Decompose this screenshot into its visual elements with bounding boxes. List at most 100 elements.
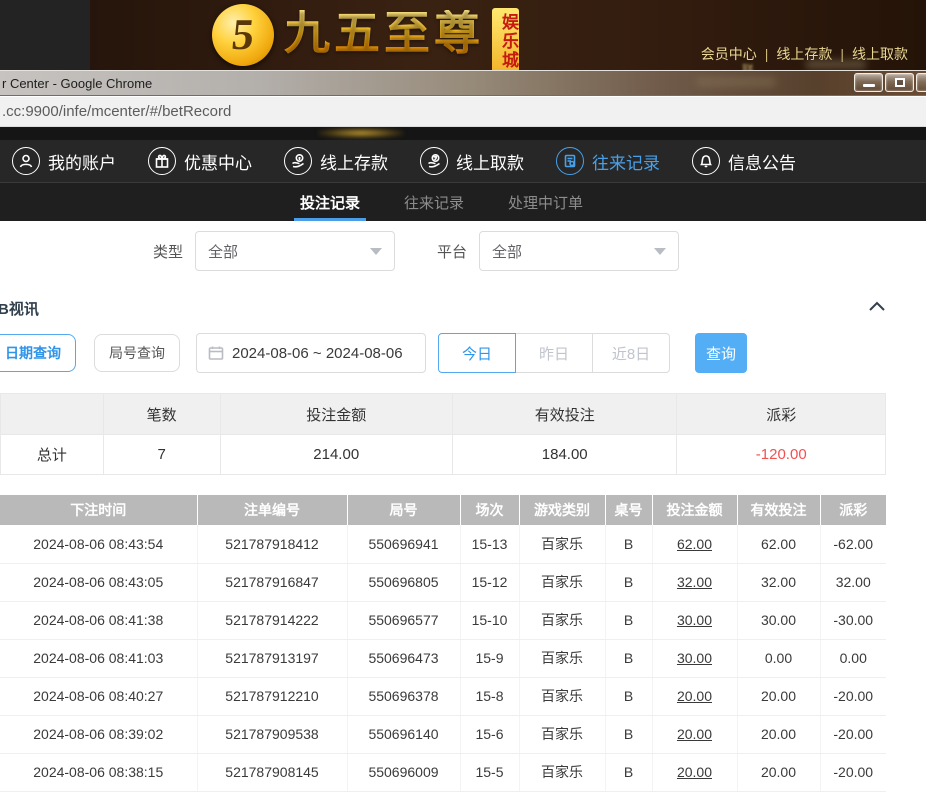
calendar-icon [208,345,224,361]
bell-icon [692,147,720,175]
cell-time: 2024-08-06 08:43:05 [0,563,197,601]
platform-filter-label: 平台 [437,241,467,262]
screen: 5 九五至尊 娱乐城 会员中心|线上存款|线上取款 联 r Center - G… [0,0,926,799]
minimize-button[interactable] [854,73,883,92]
table-row: 2024-08-06 08:43:54 521787918412 5506969… [0,525,886,563]
withdraw-hand-money-icon [420,147,448,175]
cell-game: 百家乐 [519,753,605,791]
col-game-type: 游戏类别 [519,495,605,525]
cell-game: 百家乐 [519,715,605,753]
nav-item-online-deposit[interactable]: 线上存款 [284,147,388,175]
col-order-id: 注单编号 [197,495,347,525]
cell-payout: -30.00 [820,601,886,639]
nav-label: 我的账户 [48,149,116,174]
cell-round: 550696805 [347,563,460,601]
window-controls [852,73,926,92]
col-table-no: 桌号 [605,495,652,525]
bet-amount-link[interactable]: 32.00 [652,563,737,601]
summary-count: 7 [104,435,221,474]
censored-blob [806,60,866,69]
tab-bet-records[interactable]: 投注记录 [300,183,360,221]
today-button[interactable]: 今日 [438,333,516,373]
type-select[interactable]: 全部 [195,231,395,271]
page-top-strip [0,127,926,140]
cell-valid: 32.00 [737,563,820,601]
table-header-row: 下注时间 注单编号 局号 场次 游戏类别 桌号 投注金额 有效投注 派彩 [0,495,886,525]
table-row: 2024-08-06 08:38:15 521787908145 5506960… [0,753,886,791]
cell-session: 15-10 [460,601,519,639]
cell-session: 15-13 [460,525,519,563]
platform-select-value: 全部 [492,241,522,262]
search-button[interactable]: 查询 [695,333,747,373]
table-row: 2024-08-06 08:39:02 521787909538 5506961… [0,715,886,753]
bet-amount-link[interactable]: 62.00 [652,525,737,563]
site-header: 5 九五至尊 娱乐城 会员中心|线上存款|线上取款 联 [0,0,926,70]
restore-icon [895,78,905,87]
chrome-titlebar[interactable]: r Center - Google Chrome [0,70,926,96]
summary-header-valid-bet: 有效投注 [453,394,677,434]
filter-row: 类型 全部 平台 全部 [153,231,926,271]
cell-time: 2024-08-06 08:41:03 [0,639,197,677]
cell-time: 2024-08-06 08:38:15 [0,753,197,791]
summary-header-empty [1,394,104,434]
round-query-button[interactable]: 局号查询 [94,334,180,372]
cell-round: 550696009 [347,753,460,791]
cell-valid: 30.00 [737,601,820,639]
last-8-days-button[interactable]: 近8日 [592,333,670,373]
deposit-hand-coin-icon [284,147,312,175]
nav-item-announcements[interactable]: 信息公告 [692,147,796,175]
bet-amount-link[interactable]: 20.00 [652,753,737,791]
summary-bet-amount: 214.00 [221,435,453,474]
date-range-value: 2024-08-06 ~ 2024-08-06 [232,345,403,362]
nav-item-promo-center[interactable]: 优惠中心 [148,147,252,175]
address-bar[interactable]: .cc:9900/infe/mcenter/#/betRecord [2,103,231,120]
cell-table-no: B [605,715,652,753]
cell-payout: 32.00 [820,563,886,601]
cell-valid: 0.00 [737,639,820,677]
cell-round: 550696140 [347,715,460,753]
cell-order: 521787912210 [197,677,347,715]
section-collapse-header[interactable]: B视讯 [0,295,926,321]
quick-date-group: 今日 昨日 近8日 [438,333,670,373]
cell-order: 521787918412 [197,525,347,563]
cell-valid: 20.00 [737,677,820,715]
platform-select[interactable]: 全部 [479,231,679,271]
cell-round: 550696577 [347,601,460,639]
main-nav: 我的账户 优惠中心 线上存款 线上取款 往来记录 [0,140,926,183]
nav-item-online-withdraw[interactable]: 线上取款 [420,147,524,175]
summary-header-bet-amount: 投注金额 [221,394,453,434]
cell-order: 521787913197 [197,639,347,677]
cell-valid: 62.00 [737,525,820,563]
bet-amount-link[interactable]: 20.00 [652,677,737,715]
cell-table-no: B [605,753,652,791]
summary-header-count: 笔数 [104,394,221,434]
date-query-button[interactable]: 日期查询 [0,334,76,372]
censored-blob [696,77,776,87]
col-valid-bet: 有效投注 [737,495,820,525]
yesterday-button[interactable]: 昨日 [515,333,593,373]
summary-header-payout: 派彩 [677,394,885,434]
cell-payout: -20.00 [820,677,886,715]
tab-pending-orders[interactable]: 处理中订单 [508,183,583,221]
date-range-input[interactable]: 2024-08-06 ~ 2024-08-06 [196,333,426,373]
bet-amount-link[interactable]: 30.00 [652,639,737,677]
cell-valid: 20.00 [737,715,820,753]
cell-game: 百家乐 [519,677,605,715]
cell-time: 2024-08-06 08:40:27 [0,677,197,715]
tab-transaction-records[interactable]: 往来记录 [404,183,464,221]
cell-game: 百家乐 [519,639,605,677]
header-links: 会员中心|线上存款|线上取款 [701,44,908,64]
member-center-link[interactable]: 会员中心 [701,46,757,62]
col-payout: 派彩 [820,495,886,525]
cell-round: 550696941 [347,525,460,563]
cell-payout: 0.00 [820,639,886,677]
bet-amount-link[interactable]: 30.00 [652,601,737,639]
bet-amount-link[interactable]: 20.00 [652,715,737,753]
col-bet-time: 下注时间 [0,495,197,525]
restore-button[interactable] [885,73,914,92]
minimize-icon [863,84,875,87]
nav-item-my-account[interactable]: 我的账户 [12,147,116,175]
nav-item-transaction-records[interactable]: 往来记录 [556,147,660,175]
cell-game: 百家乐 [519,525,605,563]
close-button[interactable] [916,73,926,92]
